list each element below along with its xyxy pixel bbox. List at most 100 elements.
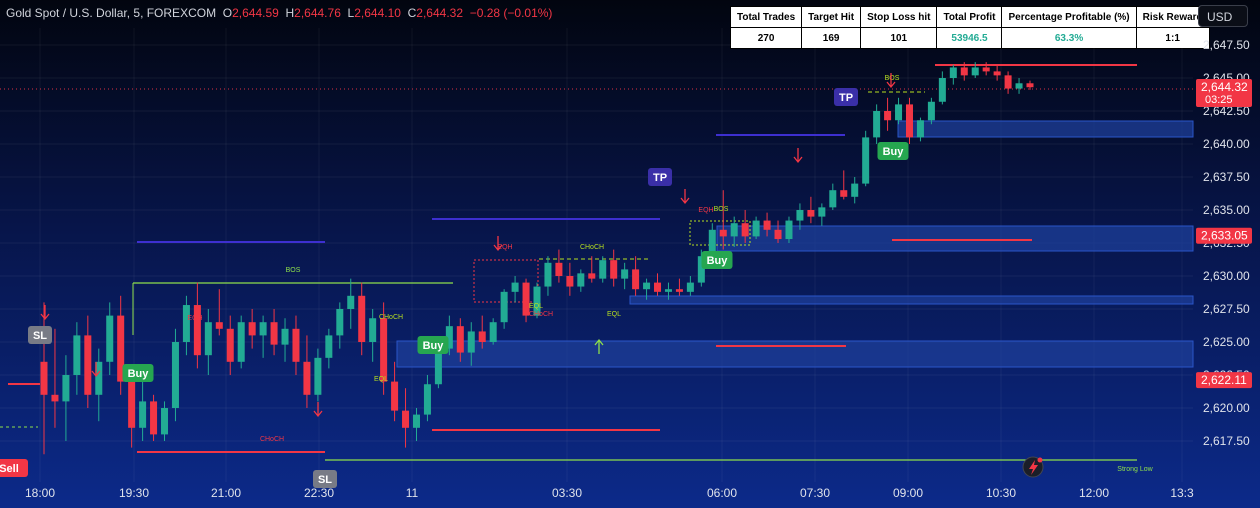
y-tick-label: 2,637.50 xyxy=(1203,170,1250,184)
tp-label: TP xyxy=(653,172,667,184)
flash-icon[interactable] xyxy=(1022,456,1044,478)
choch-text: CHoCH xyxy=(379,314,403,321)
candle-body xyxy=(193,305,201,356)
candle-body xyxy=(412,414,420,428)
sell-arrow-icon xyxy=(793,148,803,164)
candle-body xyxy=(358,295,366,342)
candle-body xyxy=(325,335,333,358)
sell-label: Sell xyxy=(0,463,19,475)
price-chart[interactable]: SLBuyBuyBuyBuyTPTPSellSLBOSEQH CHoCHEQLCH… xyxy=(0,0,1260,508)
candle-body xyxy=(982,67,990,72)
candle-body xyxy=(807,210,815,217)
buy-label: Buy xyxy=(128,368,150,380)
eql-text: EQL xyxy=(607,311,621,318)
candle-body xyxy=(314,357,322,395)
candle-body xyxy=(237,322,245,362)
candle-body xyxy=(161,408,169,435)
tp-label: TP xyxy=(839,92,853,104)
x-tick-label: 03:30 xyxy=(552,486,582,500)
candle-body xyxy=(1004,75,1012,89)
choch-text: CHoCH xyxy=(580,244,604,251)
candle-body xyxy=(391,381,399,411)
y-tick-label: 2,625.00 xyxy=(1203,335,1250,349)
sl-label: SL xyxy=(33,330,47,342)
candle-body xyxy=(380,318,388,382)
candle-body xyxy=(139,401,147,428)
candle-body xyxy=(204,322,212,356)
candle-body xyxy=(226,328,234,362)
candle-body xyxy=(456,326,464,353)
candle-body xyxy=(171,342,179,408)
candle-body xyxy=(478,331,486,342)
candle-body xyxy=(654,282,662,292)
candles-layer xyxy=(40,62,1034,455)
candle-body xyxy=(873,111,881,138)
candle-body xyxy=(588,273,596,279)
candle-body xyxy=(763,220,771,230)
sell-arrow-icon xyxy=(313,402,323,418)
candle-body xyxy=(774,229,782,240)
strong-low-text: Strong Low xyxy=(1117,466,1153,473)
zone-box xyxy=(396,340,1194,368)
candle-body xyxy=(949,67,957,78)
candle-body xyxy=(884,111,892,121)
y-tick-label: 2,627.50 xyxy=(1203,302,1250,316)
price-badge-label: 2,644.32 xyxy=(1201,80,1248,94)
candle-body xyxy=(84,335,92,395)
candle-body xyxy=(489,322,497,342)
candle-body xyxy=(610,260,618,279)
candle-body xyxy=(895,104,903,121)
y-tick-label: 2,635.00 xyxy=(1203,203,1250,217)
candle-body xyxy=(741,223,749,237)
x-tick-label: 09:00 xyxy=(893,486,923,500)
candle-body xyxy=(259,322,267,336)
candle-body xyxy=(402,410,410,428)
candle-body xyxy=(106,315,114,362)
candle-body xyxy=(467,331,475,353)
candle-body xyxy=(500,291,508,323)
candle-body xyxy=(51,394,59,402)
candle-body xyxy=(971,67,979,76)
y-tick-label: 2,630.00 xyxy=(1203,269,1250,283)
flash-icon-dot xyxy=(1037,457,1043,463)
candle-body xyxy=(840,190,848,197)
y-tick-label: 2,617.50 xyxy=(1203,434,1250,448)
candle-body xyxy=(128,381,136,428)
candle-body xyxy=(270,322,278,345)
x-tick-label: 06:00 xyxy=(707,486,737,500)
eql-text: EQL xyxy=(529,303,543,310)
candle-body xyxy=(927,101,935,121)
x-tick-label: 07:30 xyxy=(800,486,830,500)
chart-grid xyxy=(0,28,1193,482)
candle-body xyxy=(62,375,70,402)
candle-body xyxy=(281,328,289,345)
candle-body xyxy=(621,269,629,279)
candle-body xyxy=(829,190,837,208)
candle-body xyxy=(577,273,585,287)
time-axis[interactable]: 18:00 19:30 21:00 22:30 11 03:30 06:00 07:30 09:… xyxy=(25,486,1194,500)
zone-box xyxy=(629,295,1194,305)
y-tick-label: 2,620.00 xyxy=(1203,401,1250,415)
candle-body xyxy=(73,335,81,375)
candle-body xyxy=(752,220,760,237)
candle-body xyxy=(916,120,924,138)
candle-body xyxy=(511,282,519,292)
candle-body xyxy=(599,260,607,279)
sell-arrow-icon xyxy=(40,305,50,321)
sl-label: SL xyxy=(318,474,332,486)
eqh-text: EQH xyxy=(187,315,202,322)
candle-body xyxy=(292,328,300,362)
price-badge-label: 2,622.11 xyxy=(1201,373,1247,387)
sell-arrow-icon xyxy=(680,189,690,205)
zone-box xyxy=(897,120,1194,138)
bos-text: BOS xyxy=(885,75,900,82)
buy-label: Buy xyxy=(423,340,445,352)
candle-body xyxy=(664,289,672,292)
candle-body xyxy=(796,210,804,221)
candle-body xyxy=(544,262,552,287)
candle-body xyxy=(938,78,946,102)
candle-body xyxy=(40,361,48,395)
y-tick-label: 2,647.50 xyxy=(1203,38,1250,52)
candle-body xyxy=(862,137,870,184)
candle-body xyxy=(960,67,968,76)
